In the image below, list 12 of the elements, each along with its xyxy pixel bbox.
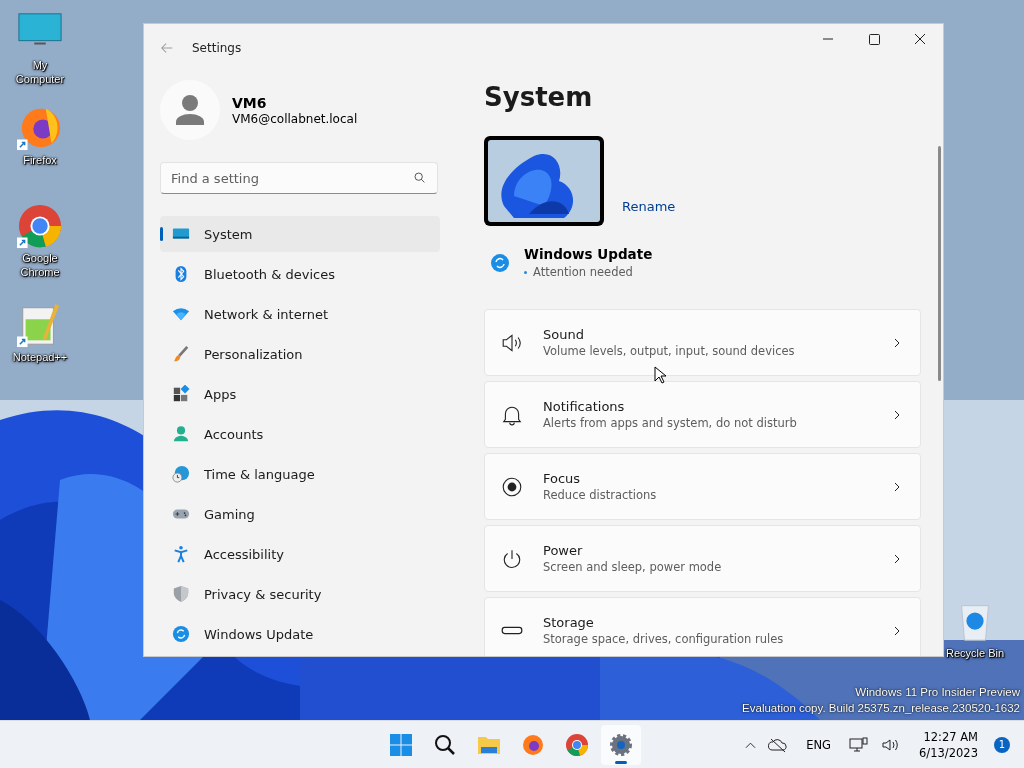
- firefox-icon: [521, 732, 545, 757]
- clock-date[interactable]: 6/13/2023: [919, 744, 978, 761]
- clock-time[interactable]: 12:27 AM: [923, 728, 978, 745]
- chevron-up-icon[interactable]: [745, 740, 757, 749]
- chrome-icon: [565, 732, 589, 757]
- network-icon[interactable]: [849, 736, 870, 753]
- language-indicator[interactable]: ENG: [806, 737, 832, 752]
- search-icon: [433, 732, 457, 757]
- settings-icon: [609, 732, 633, 757]
- notification-badge[interactable]: 1: [994, 736, 1010, 753]
- windows-logo-icon: [389, 732, 413, 757]
- cloud-offline-icon[interactable]: [768, 736, 789, 753]
